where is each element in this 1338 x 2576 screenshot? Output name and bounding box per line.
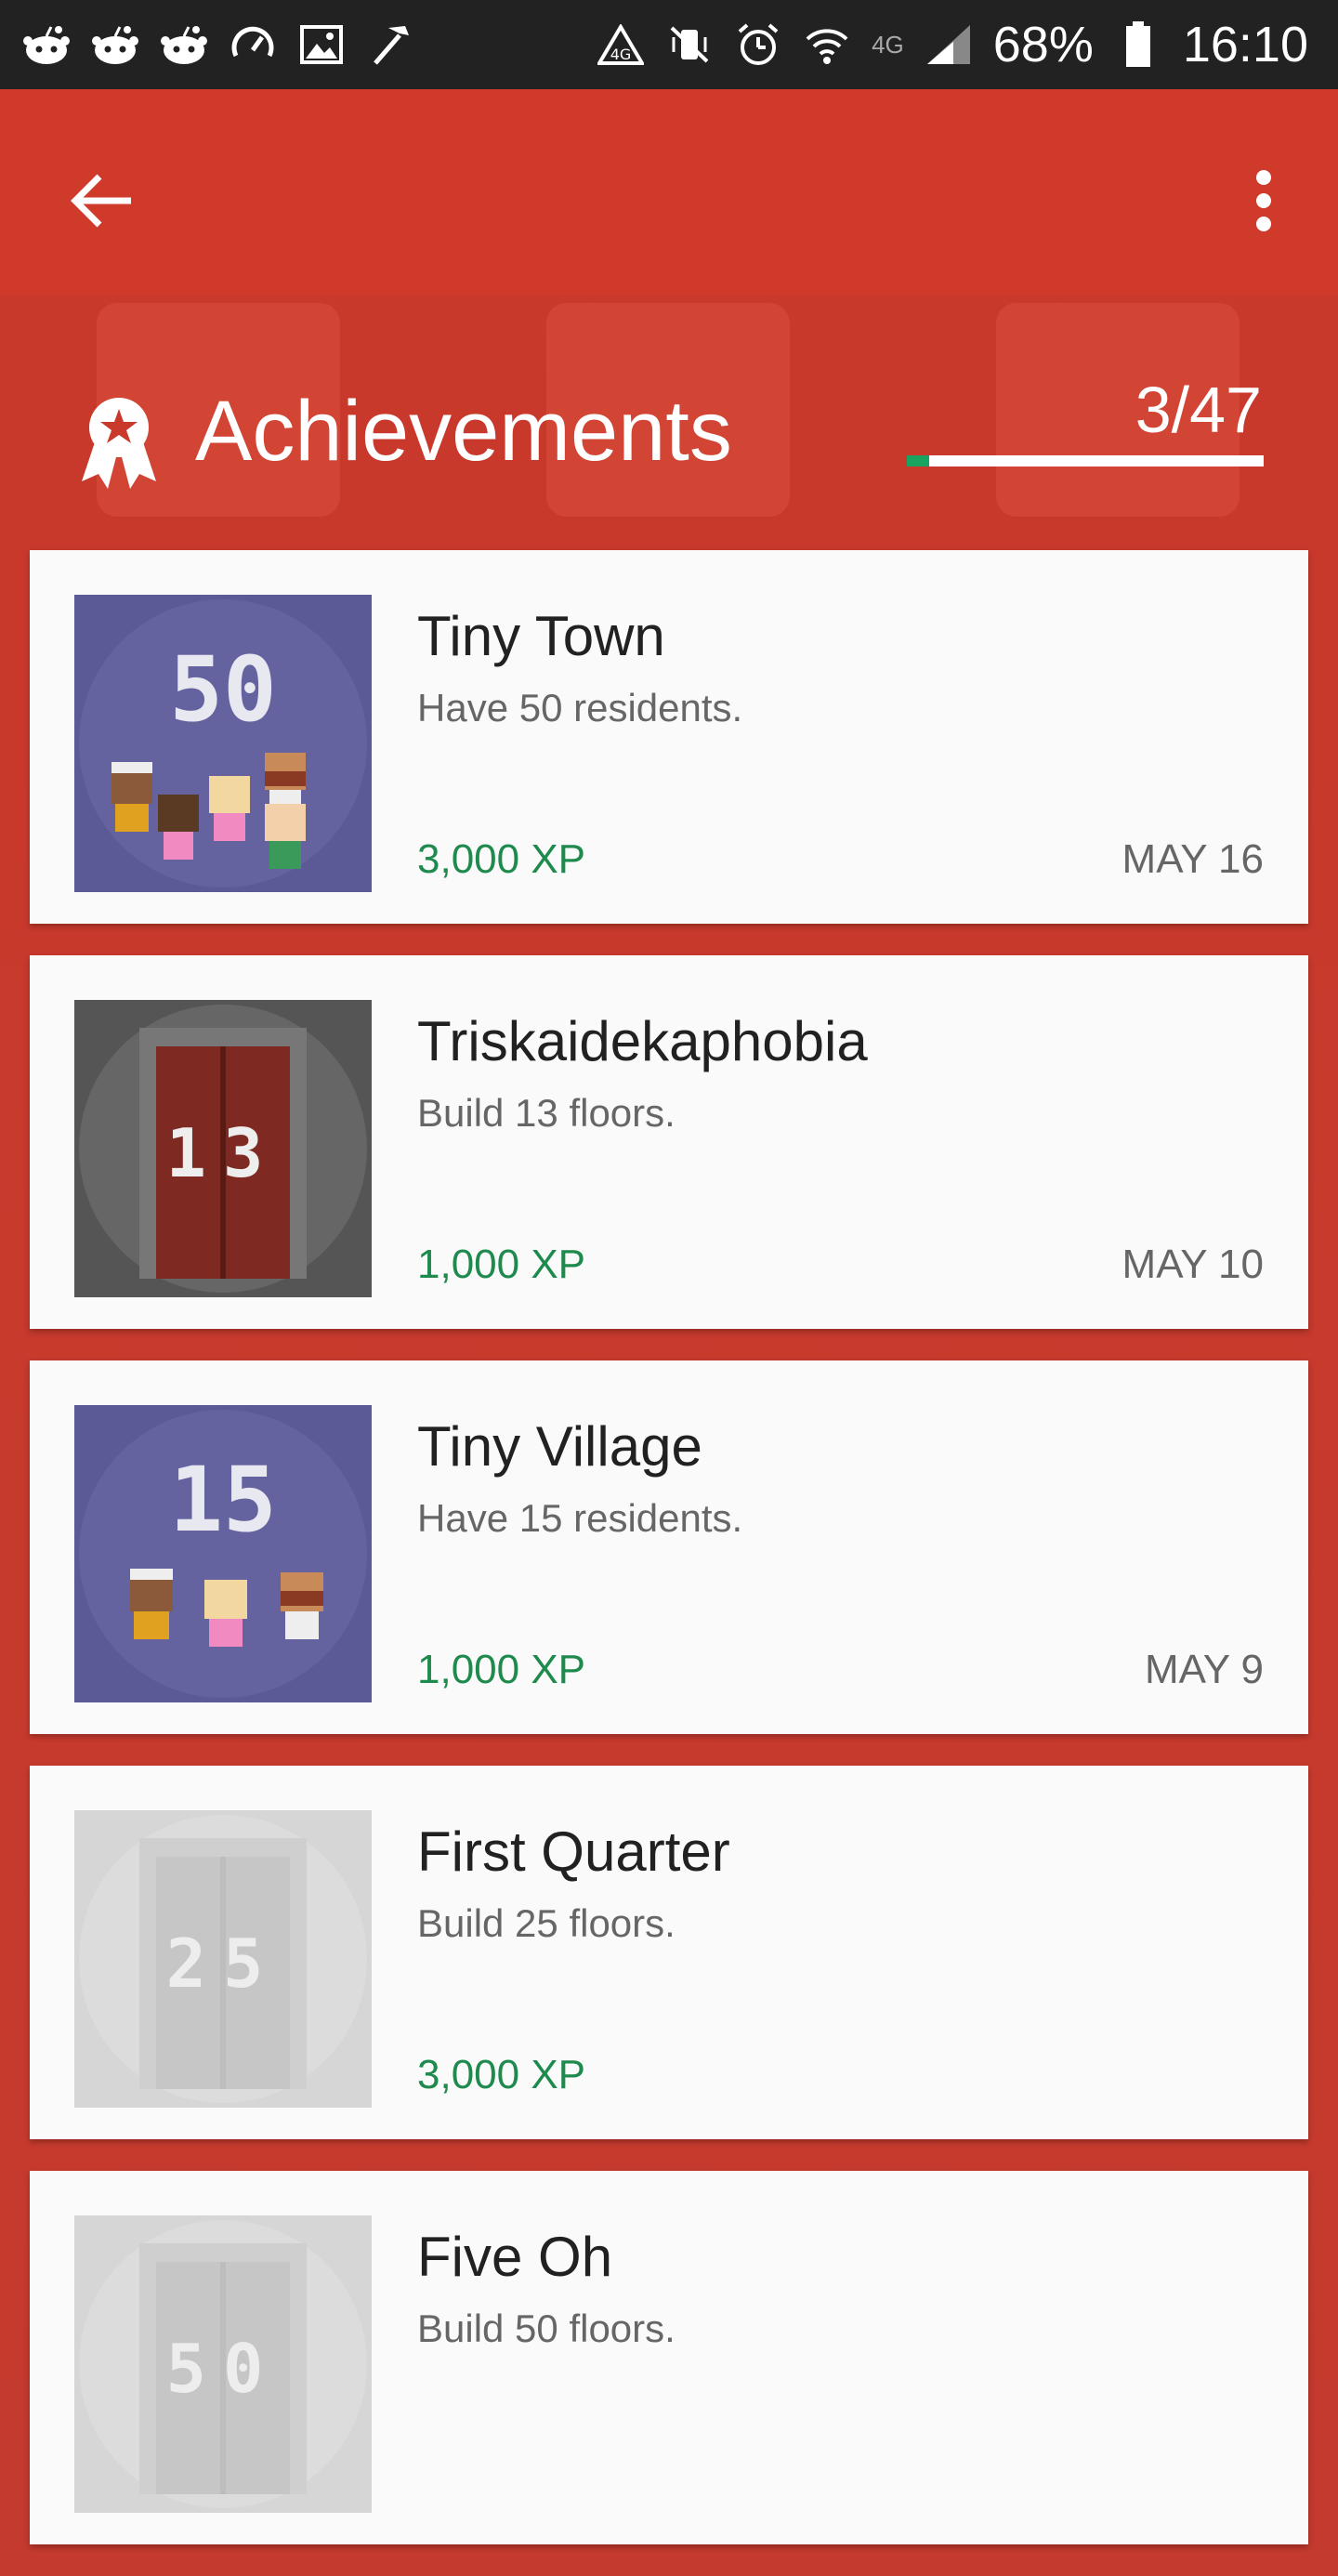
reddit-icon (91, 20, 139, 69)
battery-icon (1114, 20, 1162, 69)
clock: 16:10 (1182, 17, 1308, 72)
alarm-icon (734, 20, 782, 69)
achievement-description: Have 50 residents. (417, 686, 743, 729)
residents-badge-icon: 15 (74, 1405, 372, 1702)
achievement-description: Build 50 floors. (417, 2307, 676, 2350)
wifi-icon (803, 20, 851, 69)
reddit-icon (160, 20, 208, 69)
speedometer-icon (229, 20, 277, 69)
image-icon (297, 20, 346, 69)
achievement-progress-bar (907, 455, 1264, 467)
hammer-icon (366, 20, 414, 69)
more-vertical-icon (1256, 170, 1271, 231)
achievement-description: Build 13 floors. (417, 1091, 676, 1135)
elevator-badge-locked-icon: 50 (74, 2215, 372, 2513)
notification-icons (0, 20, 414, 69)
achievement-title: Tiny Village (417, 1415, 702, 1478)
resident-figures (130, 1569, 323, 1647)
achievement-xp: 3,000 XP (417, 2052, 586, 2097)
achievement-description: Build 25 floors. (417, 1901, 676, 1945)
award-ribbon-icon (82, 398, 156, 489)
back-button[interactable] (56, 154, 149, 247)
achievement-date: MAY 16 (1122, 836, 1264, 882)
achievement-card-locked[interactable]: 25 First Quarter Build 25 floors. 3,000 … (30, 1766, 1308, 2139)
app-bar (0, 89, 1338, 296)
mute-vibrate-icon (665, 20, 714, 69)
achievement-date: MAY 9 (1145, 1647, 1264, 1692)
signal-icon (925, 20, 973, 69)
achievements-header: Achievements 3/47 (0, 296, 1338, 546)
achievement-card[interactable]: 50 Tiny Town Have 50 residents. 3,000 XP… (30, 550, 1308, 924)
achievement-date: MAY 10 (1122, 1242, 1264, 1287)
achievement-title: First Quarter (417, 1820, 730, 1883)
progress-fill (907, 455, 930, 467)
network-type-label: 4G (872, 30, 904, 59)
achievement-xp: 1,000 XP (417, 1647, 586, 1692)
badge-number: 50 (169, 637, 277, 742)
badge-number: 13 (166, 1114, 281, 1192)
achievement-count: 3/47 (1135, 374, 1262, 446)
achievement-card[interactable]: 13 Triskaidekaphobia Build 13 floors. 1,… (30, 955, 1308, 1329)
achievement-xp: 3,000 XP (417, 836, 586, 882)
battery-percent: 68% (992, 17, 1094, 72)
achievement-description: Have 15 residents. (417, 1496, 743, 1540)
reddit-icon (22, 20, 71, 69)
elevator-badge-locked-icon: 25 (74, 1810, 372, 2108)
residents-badge-icon: 50 (74, 595, 372, 892)
achievement-xp: 1,000 XP (417, 1242, 586, 1287)
achievement-card[interactable]: 15 Tiny Village Have 15 residents. 1,000… (30, 1360, 1308, 1734)
arrow-left-icon (71, 174, 131, 228)
achievement-title: Triskaidekaphobia (417, 1010, 868, 1072)
status-bar: 4G 4G 68% 16:10 (0, 0, 1338, 89)
page-title: Achievements (195, 384, 732, 479)
badge-number: 50 (166, 2330, 281, 2408)
svg-text:4G: 4G (610, 46, 632, 63)
achievement-title: Tiny Town (417, 605, 665, 667)
achievement-list[interactable]: 50 Tiny Town Have 50 residents. 3,000 XP… (30, 550, 1308, 2576)
elevator-badge-icon: 13 (74, 1000, 372, 1297)
system-status: 4G 4G 68% 16:10 (597, 16, 1338, 73)
badge-number: 25 (166, 1925, 281, 2003)
achievement-card-locked[interactable]: 50 Five Oh Build 50 floors. (30, 2171, 1308, 2544)
warning-icon: 4G (597, 20, 645, 69)
badge-number: 15 (169, 1448, 277, 1552)
more-options-button[interactable] (1226, 154, 1301, 247)
achievement-title: Five Oh (417, 2226, 613, 2288)
